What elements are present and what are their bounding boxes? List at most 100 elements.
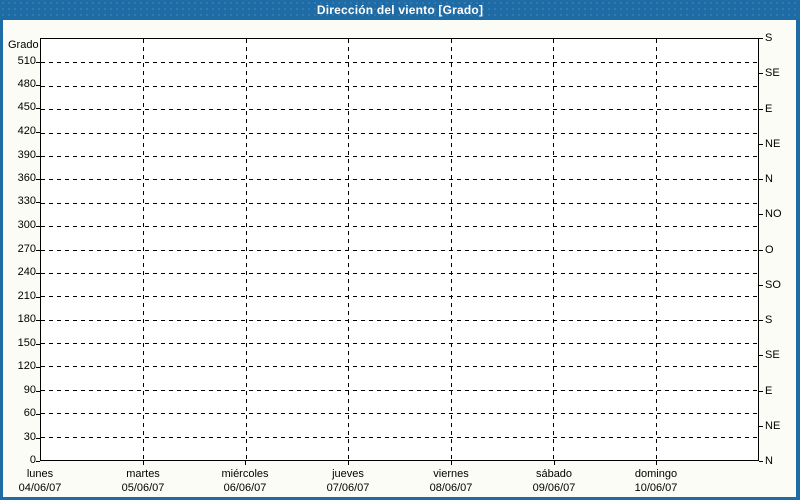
right-axis-tick [759, 391, 763, 392]
x-grid-line [246, 39, 247, 460]
compass-label: O [765, 244, 774, 257]
x-grid-line [553, 39, 554, 460]
x-axis-tick [451, 461, 452, 465]
y-grid-line [41, 179, 758, 180]
y-axis-tick [36, 367, 40, 368]
y-grid-line [41, 109, 758, 110]
day-label: martes [126, 468, 160, 481]
plot-area [40, 38, 759, 461]
day-label: viernes [433, 468, 468, 481]
y-axis-tick [36, 414, 40, 415]
x-grid-line [451, 39, 452, 460]
y-axis-tick [36, 226, 40, 227]
y-axis-tick [36, 132, 40, 133]
chart-title: Dirección del viento [Grado] [317, 3, 483, 17]
y-tick-label: 480 [3, 78, 36, 91]
y-axis-tick [36, 320, 40, 321]
y-grid-line [41, 203, 758, 204]
right-axis-tick [759, 109, 763, 110]
right-axis-tick [759, 144, 763, 145]
y-axis-tick [36, 391, 40, 392]
right-axis-tick [759, 320, 763, 321]
date-label: 10/06/07 [635, 482, 678, 495]
y-grid-line [41, 320, 758, 321]
y-tick-label: 330 [3, 195, 36, 208]
y-grid-line [41, 86, 758, 87]
y-axis-tick [36, 108, 40, 109]
compass-label: NO [765, 208, 782, 221]
y-tick-label: 300 [3, 219, 36, 232]
x-axis-tick [348, 461, 349, 465]
y-grid-line [41, 156, 758, 157]
y-axis-tick [36, 461, 40, 462]
y-tick-label: 90 [3, 384, 36, 397]
y-axis-tick [36, 156, 40, 157]
right-axis-tick [759, 355, 763, 356]
right-axis-tick [759, 214, 763, 215]
compass-label: NE [765, 420, 780, 433]
day-label: lunes [27, 468, 53, 481]
date-label: 06/06/07 [224, 482, 267, 495]
y-tick-label: 420 [3, 125, 36, 138]
x-axis-tick [554, 461, 555, 465]
compass-label: S [765, 32, 772, 45]
y-tick-label: 390 [3, 149, 36, 162]
x-axis-tick [656, 461, 657, 465]
date-label: 08/06/07 [430, 482, 473, 495]
y-axis-tick [36, 344, 40, 345]
right-axis-tick [759, 179, 763, 180]
y-grid-line [41, 273, 758, 274]
date-label: 04/06/07 [19, 482, 62, 495]
day-label: domingo [635, 468, 677, 481]
y-grid-line [41, 390, 758, 391]
y-tick-label: 150 [3, 337, 36, 350]
x-axis-tick [245, 461, 246, 465]
x-axis-tick [143, 461, 144, 465]
y-grid-line [41, 62, 758, 63]
compass-label: E [765, 385, 772, 398]
chart-canvas: Grado 0306090120150180210240270300330360… [3, 20, 796, 497]
y-tick-label: 60 [3, 407, 36, 420]
y-tick-label: 120 [3, 360, 36, 373]
day-label: miércoles [221, 468, 268, 481]
right-axis-tick [759, 73, 763, 74]
compass-label: SE [765, 349, 780, 362]
y-tick-label: 30 [3, 431, 36, 444]
y-axis-tick [36, 179, 40, 180]
y-axis-tick [36, 273, 40, 274]
y-axis-tick [36, 250, 40, 251]
compass-label: NE [765, 138, 780, 151]
y-grid-line [41, 437, 758, 438]
y-axis-tick [36, 297, 40, 298]
compass-label: SE [765, 67, 780, 80]
compass-label: SO [765, 279, 781, 292]
y-axis-tick [36, 85, 40, 86]
compass-label: E [765, 103, 772, 116]
y-axis-title: Grado [8, 39, 39, 51]
y-axis-tick [36, 62, 40, 63]
y-tick-label: 510 [3, 55, 36, 68]
y-tick-label: 270 [3, 243, 36, 256]
y-tick-label: 450 [3, 101, 36, 114]
y-grid-line [41, 226, 758, 227]
y-tick-label: 210 [3, 290, 36, 303]
y-grid-line [41, 366, 758, 367]
chart-title-bar: Dirección del viento [Grado] [0, 0, 800, 20]
right-axis-tick [759, 461, 763, 462]
right-axis-tick [759, 38, 763, 39]
y-tick-label: 180 [3, 313, 36, 326]
y-tick-label: 0 [3, 454, 36, 467]
compass-label: S [765, 314, 772, 327]
y-grid-line [41, 133, 758, 134]
y-grid-line [41, 250, 758, 251]
date-label: 05/06/07 [122, 482, 165, 495]
y-tick-label: 240 [3, 266, 36, 279]
date-label: 07/06/07 [327, 482, 370, 495]
compass-label: N [765, 455, 773, 468]
x-grid-line [143, 39, 144, 460]
compass-label: N [765, 173, 773, 186]
y-grid-line [41, 413, 758, 414]
x-grid-line [656, 39, 657, 460]
date-label: 09/06/07 [533, 482, 576, 495]
y-axis-tick [36, 438, 40, 439]
